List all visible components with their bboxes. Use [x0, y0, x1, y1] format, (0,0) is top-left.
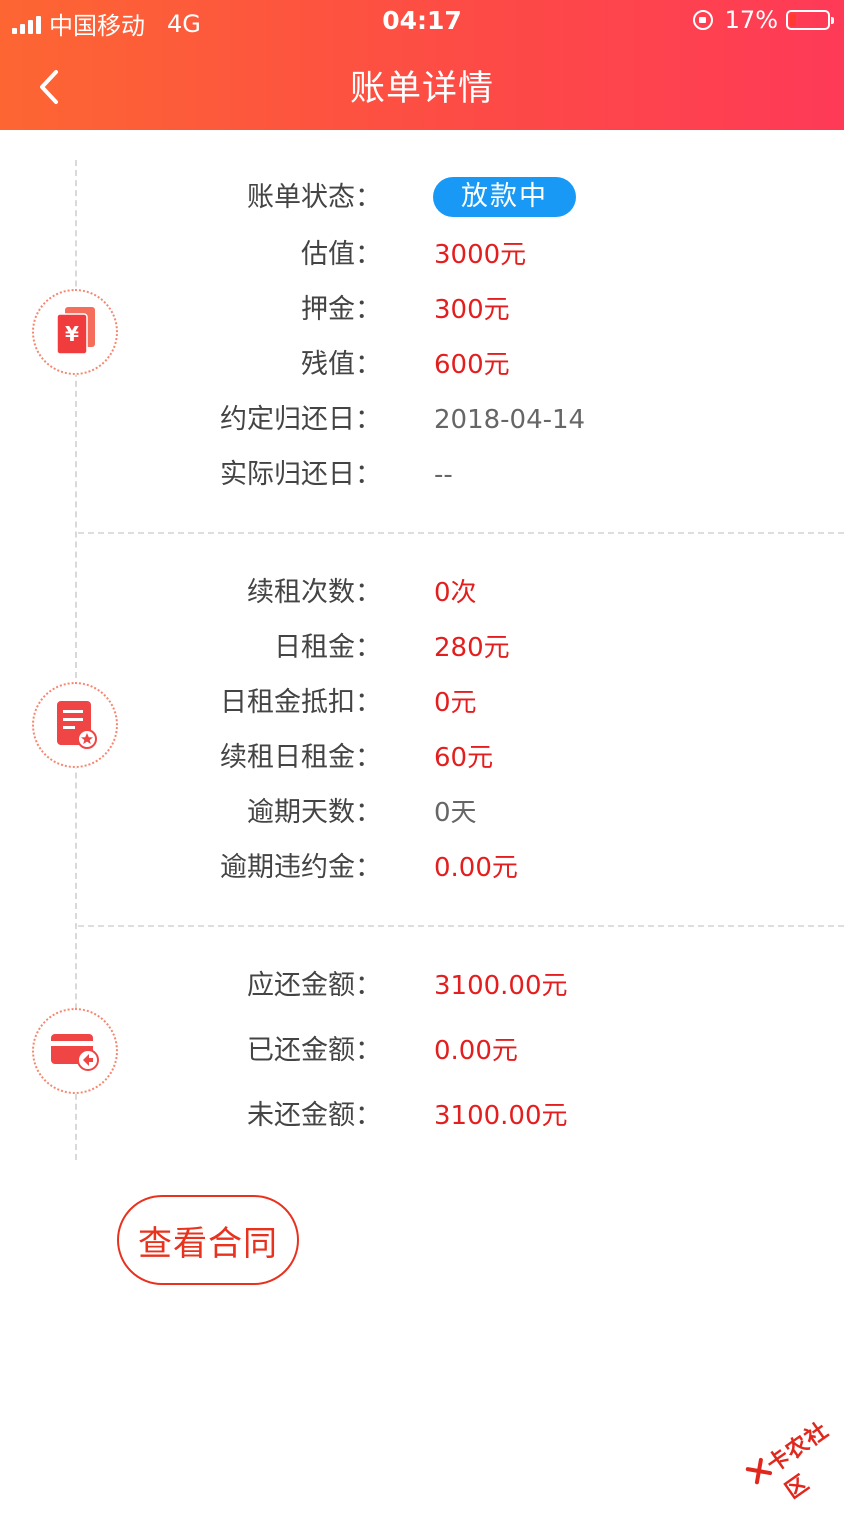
row-label: 约定归还日: [220, 400, 382, 440]
row-value: 0.00元: [434, 853, 518, 883]
row-label: 残值: [301, 345, 382, 385]
row-label: 已还金额: [247, 1031, 382, 1071]
info-row-deposit: 押金 300元: [0, 290, 844, 330]
info-row-amount-unpaid: 未还金额 3100.00元: [0, 1096, 844, 1136]
rotation-lock-icon: [692, 10, 713, 30]
row-value: 3100.00元: [434, 1101, 568, 1131]
info-row-residual: 残值 600元: [0, 345, 844, 385]
info-row-rent-deduction: 日租金抵扣 0元: [0, 683, 844, 723]
row-value: 280元: [434, 633, 510, 663]
info-row-amount-paid: 已还金额 0.00元: [0, 1031, 844, 1071]
row-value: 0元: [434, 688, 477, 718]
battery-percent: 17%: [724, 6, 778, 34]
battery-icon: [786, 10, 834, 30]
row-value: 60元: [434, 743, 494, 773]
info-row-bill-status: 账单状态 放款中: [0, 177, 844, 218]
row-label: 押金: [301, 290, 382, 330]
info-row-amount-due: 应还金额 3100.00元: [0, 966, 844, 1006]
row-label: 实际归还日: [220, 455, 382, 495]
watermark-text: 卡农社区: [762, 1417, 834, 1505]
row-label: 未还金额: [247, 1096, 382, 1136]
info-row-renew-daily-rent: 续租日租金 60元: [0, 738, 844, 778]
info-row-renew-count: 续租次数 0次: [0, 573, 844, 613]
info-row-daily-rent: 日租金 280元: [0, 628, 844, 668]
status-right: 17%: [692, 6, 834, 34]
row-label: 应还金额: [247, 966, 382, 1006]
row-value: 0天: [434, 798, 477, 828]
page-title: 账单详情: [349, 69, 494, 109]
info-row-agreed-return: 约定归还日 2018-04-14: [0, 400, 844, 440]
row-value: --: [434, 460, 453, 490]
row-value: 300元: [434, 295, 510, 325]
header: 中国移动 4G 04:17 17% 账单详情: [0, 0, 844, 130]
section-divider: [78, 532, 844, 534]
status-badge: 放款中: [433, 177, 576, 217]
section-divider: [78, 925, 844, 927]
row-label: 账单状态: [247, 178, 382, 218]
row-value: 2018-04-14: [434, 405, 586, 435]
row-label: 日租金: [274, 628, 382, 668]
watermark: 卡农社区: [728, 1388, 844, 1507]
info-row-valuation: 估值 3000元: [0, 235, 844, 275]
row-label: 续租日租金: [220, 738, 382, 778]
row-value: 0次: [434, 578, 477, 608]
row-label: 续租次数: [247, 573, 382, 613]
row-label: 逾期违约金: [220, 848, 382, 888]
view-contract-button[interactable]: 查看合同: [117, 1195, 299, 1285]
info-row-overdue-days: 逾期天数 0天: [0, 793, 844, 833]
row-value: 0.00元: [434, 1036, 518, 1066]
row-value: 600元: [434, 350, 510, 380]
row-value: 3100.00元: [434, 971, 568, 1001]
row-label: 逾期天数: [247, 793, 382, 833]
status-bar: 中国移动 4G 04:17 17%: [0, 0, 844, 44]
info-row-actual-return: 实际归还日 --: [0, 455, 844, 495]
info-row-overdue-penalty: 逾期违约金 0.00元: [0, 848, 844, 888]
row-label: 估值: [301, 235, 382, 275]
row-label: 日租金抵扣: [220, 683, 382, 723]
row-value: 3000元: [434, 240, 527, 270]
